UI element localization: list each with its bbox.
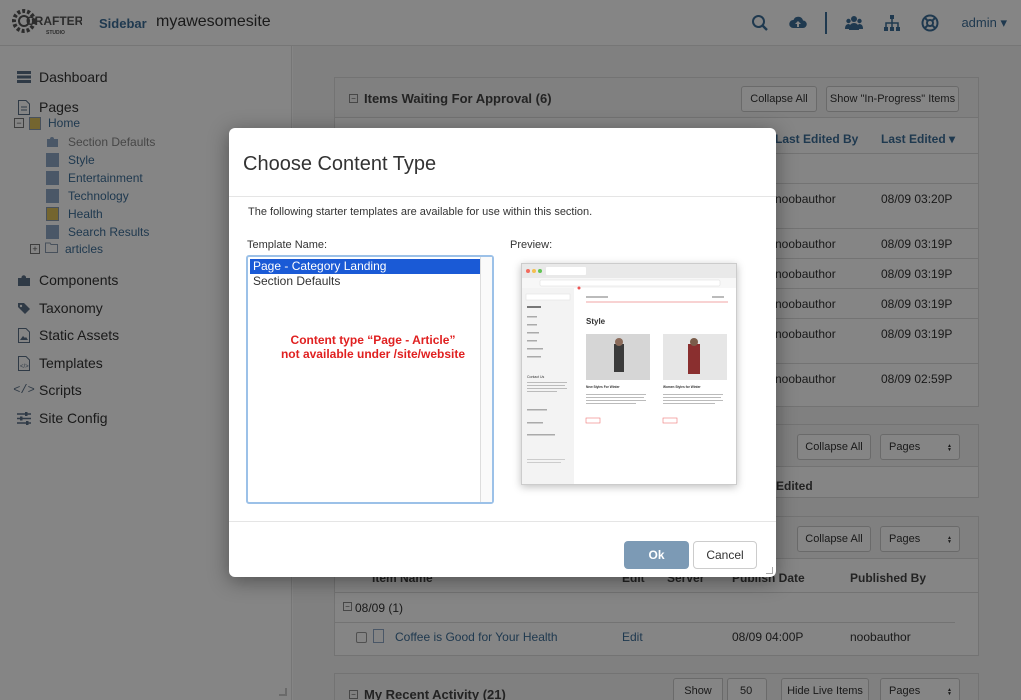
annotation-note: Content type “Page - Article” not availa… <box>263 333 483 361</box>
preview-thumbnail: Contact Us Style New Styles For Winter W… <box>522 264 736 484</box>
dialog-resize-handle[interactable] <box>766 567 773 574</box>
svg-text:Style: Style <box>586 317 606 326</box>
annotation-line: not available under /site/website <box>280 347 466 361</box>
dialog-title: Choose Content Type <box>243 153 437 175</box>
svg-text:Women Styles for Winter: Women Styles for Winter <box>663 385 701 389</box>
template-preview-image: Contact Us Style New Styles For Winter W… <box>521 263 737 485</box>
template-name-label: Template Name: <box>247 239 328 251</box>
template-option-selected[interactable]: Page - Category Landing <box>250 259 481 274</box>
cancel-button[interactable]: Cancel <box>693 541 757 569</box>
svg-text:New Styles For Winter: New Styles For Winter <box>586 385 620 389</box>
template-listbox[interactable]: Page - Category Landing Section Defaults… <box>246 255 494 504</box>
listbox-scrollbar[interactable] <box>480 257 492 502</box>
template-option[interactable]: Section Defaults <box>250 274 481 289</box>
divider <box>229 521 776 522</box>
choose-content-type-dialog: Choose Content Type The following starte… <box>229 128 776 577</box>
annotation-line: Content type “Page - Article” <box>290 333 456 347</box>
divider <box>229 196 776 197</box>
svg-text:Contact Us: Contact Us <box>527 375 545 379</box>
ok-button[interactable]: Ok <box>624 541 689 569</box>
preview-label: Preview: <box>510 239 553 251</box>
dialog-description: The following starter templates are avai… <box>248 206 593 218</box>
